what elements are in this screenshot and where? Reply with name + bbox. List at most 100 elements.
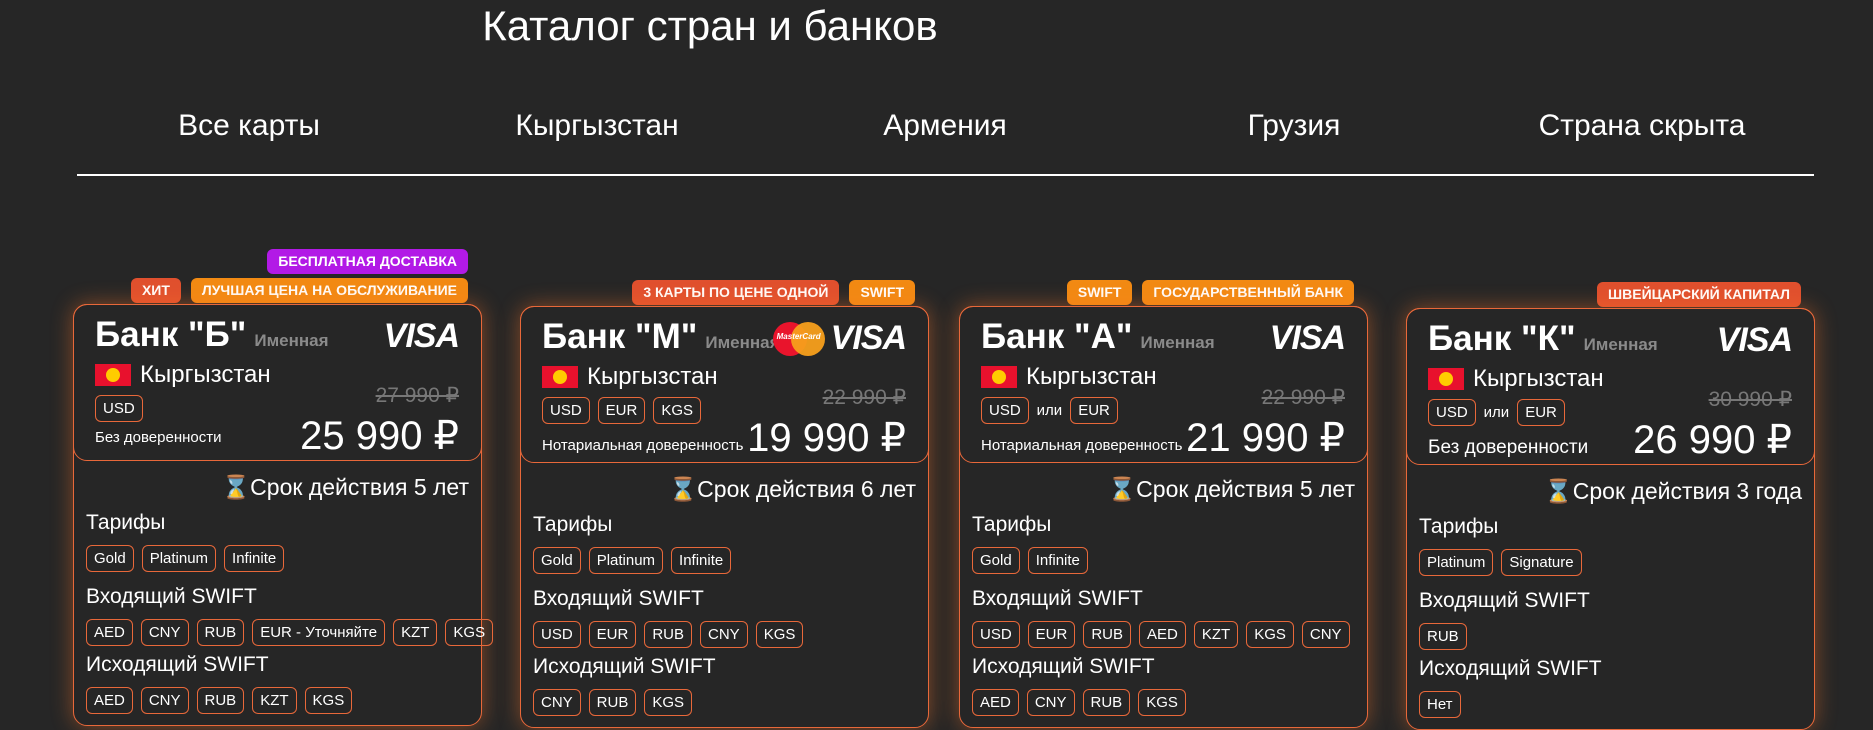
tariff-chip: Infinite: [1027, 547, 1088, 574]
kyrgyzstan-flag-icon: [981, 366, 1017, 388]
badge-row: 3 КАРТЫ ПО ЦЕНЕ ОДНОЙ SWIFT: [632, 280, 915, 305]
visa-logo: VISA: [383, 317, 460, 355]
validity-period: ⌛Срок действия 5 лет: [1107, 476, 1355, 502]
currency-chip: RUB: [1082, 689, 1131, 716]
tab-kyrgyzstan[interactable]: Кыргызстан: [515, 104, 678, 148]
country: Кыргызстан: [1428, 365, 1604, 393]
kyrgyzstan-flag-icon: [542, 366, 578, 388]
currency-chip: KZT: [393, 619, 438, 646]
outgoing-swift-title: Исходящий SWIFT: [1419, 657, 1602, 680]
country: Кыргызстан: [95, 361, 271, 389]
tariff-chip: Platinum: [1419, 549, 1494, 576]
card-type-label: Именная: [1583, 335, 1658, 354]
currency-chip: KGS: [653, 397, 702, 424]
currency-chip: AED: [1139, 621, 1186, 648]
validity-period: ⌛Срок действия 3 года: [1544, 478, 1802, 504]
currency-chip: USD: [542, 397, 590, 424]
tab-all-cards[interactable]: Все карты: [178, 104, 320, 148]
card-type-label: Именная: [254, 331, 329, 350]
card-currencies: USD: [95, 395, 143, 422]
proxy-requirement: Нотариальная доверенность: [981, 437, 1183, 454]
currency-chip: KGS: [755, 621, 804, 648]
proxy-requirement: Без доверенности: [95, 429, 222, 446]
badge-row: SWIFT ГОСУДАРСТВЕННЫЙ БАНК: [1066, 280, 1354, 305]
tariffs-title: Тарифы: [972, 513, 1052, 536]
currency-chip: USD: [981, 397, 1029, 424]
validity-period: ⌛Срок действия 5 лет: [221, 474, 469, 500]
tariff-chips: Gold Infinite: [972, 547, 1088, 574]
country: Кыргызстан: [981, 363, 1157, 391]
card-body[interactable]: Банк "М" Именная MasterCard VISA Кыргызстан 2…: [520, 306, 929, 728]
currency-chip: KGS: [644, 689, 693, 716]
currency-chip: KZT: [252, 687, 297, 714]
currency-chip: EUR: [1517, 399, 1565, 426]
card-type-label: Именная: [1140, 333, 1215, 352]
visa-logo: VISA: [1269, 319, 1346, 357]
country: Кыргызстан: [542, 363, 718, 391]
tariff-chip: Infinite: [671, 547, 732, 574]
card-body[interactable]: Банк "К" Именная VISA Кыргызстан 30 990 ₽ USD…: [1406, 308, 1815, 730]
currency-chip: RUB: [588, 689, 637, 716]
currency-chip: USD: [533, 621, 581, 648]
old-price: 30 990 ₽: [1708, 388, 1792, 411]
badge-row-top: БЕСПЛАТНАЯ ДОСТАВКА: [267, 249, 468, 274]
country-name: Кыргызстан: [587, 363, 718, 390]
tab-georgia[interactable]: Грузия: [1248, 104, 1341, 148]
visa-logo: VISA: [830, 319, 907, 357]
currency-chip: AED: [86, 619, 133, 646]
proxy-requirement: Нотариальная доверенность: [542, 437, 744, 454]
currency-chip: RUB: [644, 621, 693, 648]
card-header: Банк "А" Именная VISA Кыргызстан 22 990 ₽ USD…: [959, 306, 1368, 463]
outgoing-swift-title: Исходящий SWIFT: [86, 653, 269, 676]
tariff-chip: Gold: [972, 547, 1020, 574]
price: 25 990 ₽: [300, 414, 459, 458]
payment-logos: VISA: [383, 317, 460, 356]
country-name: Кыргызстан: [140, 361, 271, 388]
tab-hidden-country[interactable]: Страна скрыта: [1539, 104, 1746, 148]
or-label: или: [1483, 404, 1510, 421]
outgoing-swift-chips: Нет: [1419, 691, 1461, 718]
page-title: Каталог стран и банков: [482, 2, 938, 49]
outgoing-swift-title: Исходящий SWIFT: [972, 655, 1155, 678]
currency-chip: CNY: [700, 621, 748, 648]
currency-chip: KZT: [1193, 621, 1239, 648]
badge-row: ШВЕЙЦАРСКИЙ КАПИТАЛ: [1597, 282, 1801, 307]
card-currencies: USD или EUR: [1428, 399, 1565, 426]
currency-chip: USD: [1428, 399, 1476, 426]
currency-chip: AED: [86, 687, 133, 714]
proxy-requirement: Без доверенности: [1428, 437, 1589, 458]
card-currencies: USD EUR KGS: [542, 397, 702, 424]
card-type-label: Именная: [705, 333, 780, 352]
tariff-chips: Platinum Signature: [1419, 549, 1582, 576]
incoming-swift-title: Входящий SWIFT: [86, 585, 257, 608]
tariff-chip: Gold: [86, 545, 134, 572]
price: 21 990 ₽: [1186, 416, 1345, 460]
currency-chip: Нет: [1419, 691, 1461, 718]
currency-chip: RUB: [1419, 623, 1467, 650]
currency-chip: CNY: [140, 619, 189, 646]
bank-name: Банк "К" Именная: [1428, 319, 1658, 358]
incoming-swift-chips: USD EUR RUB AED KZT KGS CNY: [972, 621, 1350, 648]
promo-badge: ГОСУДАРСТВЕННЫЙ БАНК: [1142, 280, 1354, 305]
card-currencies: USD или EUR: [981, 397, 1118, 424]
card-body[interactable]: Банк "Б" Именная VISA Кыргызстан 27 990 ₽ USD…: [73, 304, 494, 726]
promo-badge: ХИТ: [130, 278, 181, 303]
bank-name: Банк "М" Именная: [542, 317, 780, 356]
currency-chip: KGS: [1138, 689, 1186, 716]
card-body[interactable]: Банк "А" Именная VISA Кыргызстан 22 990 ₽ USD…: [959, 306, 1368, 728]
visa-logo: VISA: [1716, 321, 1793, 359]
promo-badge: SWIFT: [849, 280, 915, 305]
tariff-chips: Gold Platinum Infinite: [86, 545, 285, 572]
incoming-swift-chips: AED CNY RUB EUR - Уточняйте KZT KGS: [86, 619, 494, 646]
currency-chip: CNY: [1026, 689, 1075, 716]
tabs-divider: [77, 174, 1814, 176]
outgoing-swift-chips: CNY RUB KGS: [533, 689, 693, 716]
tariff-chip: Signature: [1501, 549, 1582, 576]
tab-armenia[interactable]: Армения: [883, 104, 1007, 148]
old-price: 22 990 ₽: [822, 386, 906, 409]
badge-row: ХИТ ЛУЧШАЯ ЦЕНА НА ОБСЛУЖИВАНИЕ: [130, 278, 468, 303]
card-header: Банк "К" Именная VISA Кыргызстан 30 990 ₽ USD…: [1406, 308, 1815, 465]
old-price: 22 990 ₽: [1261, 386, 1345, 409]
card-header: Банк "М" Именная MasterCard VISA Кыргызстан 2…: [520, 306, 929, 463]
currency-chip: EUR: [597, 397, 646, 424]
